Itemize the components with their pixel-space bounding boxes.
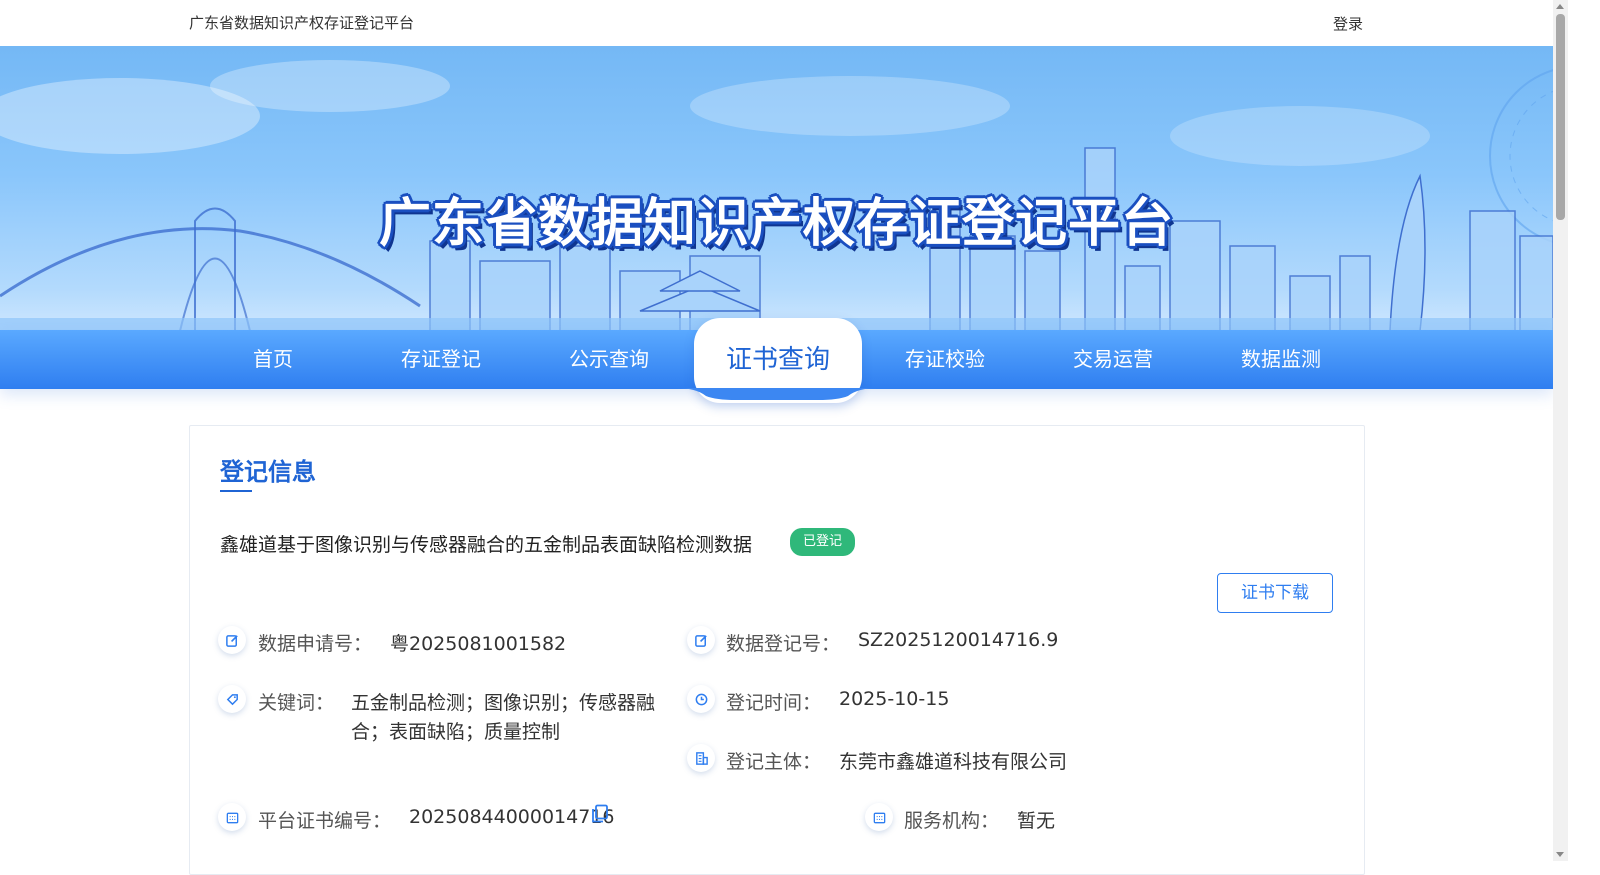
registration-no-label: 数据登记号： — [726, 633, 841, 655]
scroll-up-arrow-icon[interactable] — [1556, 4, 1564, 9]
certificate-no-value: 20250844000014716 — [409, 806, 615, 828]
edit-icon — [687, 626, 715, 654]
service-org-value: 暂无 — [1017, 810, 1056, 832]
data-product-name: 鑫雄道基于图像识别与传感器融合的五金制品表面缺陷检测数据 — [220, 534, 753, 556]
copy-icon[interactable] — [591, 804, 609, 824]
nav-item-deposit-register[interactable]: 存证登记 — [357, 330, 525, 389]
registration-no-value: SZ2025120014716.9 — [858, 629, 1059, 651]
nav-item-home[interactable]: 首页 — [189, 330, 357, 389]
application-no-label: 数据申请号： — [258, 633, 373, 655]
top-bar: 广东省数据知识产权存证登记平台 登录 — [0, 0, 1553, 46]
registration-time-value: 2025-10-15 — [839, 688, 950, 710]
calendar-icon — [865, 803, 893, 831]
service-org-label: 服务机构： — [904, 810, 1000, 832]
nav-active-notch — [676, 388, 878, 400]
nav-item-data-monitor[interactable]: 数据监测 — [1197, 330, 1365, 389]
registrant-value: 东莞市鑫雄道科技有限公司 — [839, 751, 1068, 773]
keywords-value-line2: 合；表面缺陷；质量控制 — [351, 721, 561, 743]
building-icon — [687, 744, 715, 772]
application-no-value: 粤2025081001582 — [390, 633, 567, 655]
banner-title: 广东省数据知识产权存证登记平台 — [378, 194, 1174, 254]
certificate-download-button[interactable]: 证书下载 — [1217, 573, 1333, 613]
page-scrollbar[interactable] — [1553, 0, 1568, 861]
main-nav: 首页 存证登记 公示查询 证书查询 存证校验 交易运营 数据监测 — [0, 318, 1553, 403]
nav-item-deposit-verify[interactable]: 存证校验 — [861, 330, 1029, 389]
keywords-value-line1: 五金制品检测；图像识别；传感器融 — [351, 692, 656, 714]
section-title-underline — [220, 490, 252, 492]
scroll-down-arrow-icon[interactable] — [1556, 852, 1564, 857]
nav-item-public-query[interactable]: 公示查询 — [525, 330, 693, 389]
calendar-icon — [218, 803, 246, 831]
nav-item-trade-operation[interactable]: 交易运营 — [1029, 330, 1197, 389]
login-link[interactable]: 登录 — [1333, 13, 1363, 34]
scrollbar-thumb[interactable] — [1556, 14, 1565, 220]
registration-info-card: 登记信息 鑫雄道基于图像识别与传感器融合的五金制品表面缺陷检测数据 已登记 证书… — [189, 425, 1365, 875]
section-title: 登记信息 — [220, 458, 316, 486]
registrant-label: 登记主体： — [726, 751, 822, 773]
registration-time-label: 登记时间： — [726, 692, 822, 714]
hero-banner: 广东省数据知识产权存证登记平台 — [0, 46, 1553, 332]
clock-icon — [687, 685, 715, 713]
tag-icon — [218, 685, 246, 713]
site-title: 广东省数据知识产权存证登记平台 — [189, 14, 415, 32]
certificate-no-label: 平台证书编号： — [258, 810, 392, 832]
edit-icon — [218, 626, 246, 654]
status-badge: 已登记 — [790, 528, 856, 556]
keywords-label: 关键词： — [258, 692, 335, 714]
